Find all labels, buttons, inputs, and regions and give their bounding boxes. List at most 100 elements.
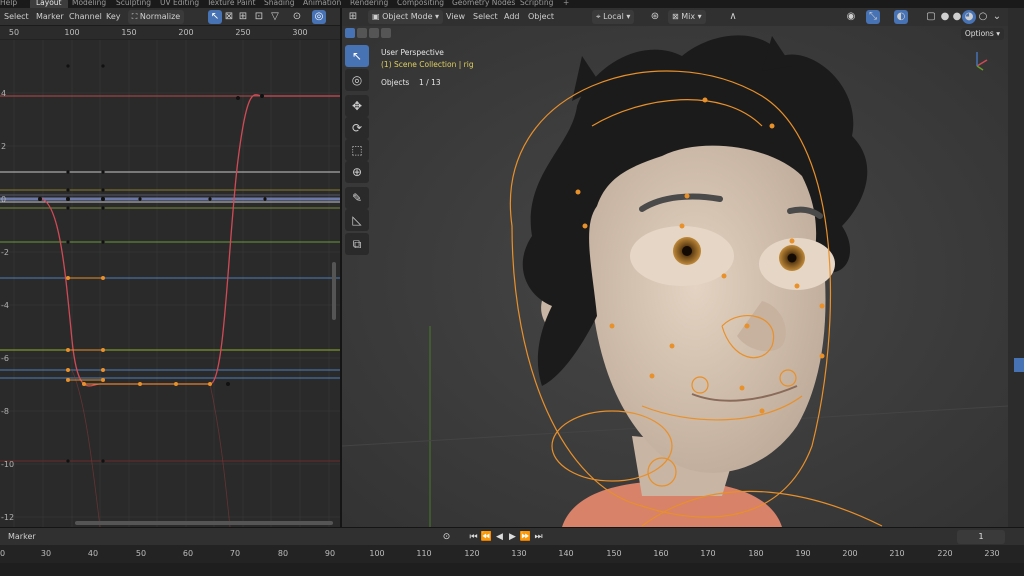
menu-key[interactable]: Key [106,12,121,21]
menu-select[interactable]: Select [473,12,498,21]
scale-icon[interactable]: ⬚ [345,139,369,161]
gizmo-icon[interactable]: ⤡ [866,10,880,24]
y-axis-label: -12 [1,513,15,522]
shading-options-icon[interactable]: ⌄ [990,10,1004,24]
mode-label: Object Mode [382,12,433,21]
proportional-icon[interactable]: ⊞ [236,10,250,24]
y-axis-label: -6 [1,354,9,363]
transform-icon[interactable]: ⊕ [345,161,369,183]
play-icon[interactable]: ▶ [506,530,519,544]
record-icon[interactable]: ⊙ [440,530,453,544]
timeline-track[interactable] [0,563,1024,576]
graph-editor-frame-ruler[interactable]: 50 100 150 200 250 300 [0,26,340,40]
menu-object[interactable]: Object [528,12,554,21]
select-invert-icon[interactable] [381,28,391,38]
tab-modeling[interactable]: Modeling [72,0,106,8]
jump-start-icon[interactable]: ⏮ [467,530,480,544]
menu-view[interactable]: View [446,12,465,21]
objects-stat-label: Objects [381,78,410,87]
fcurve-graph[interactable] [0,40,340,527]
graph-editor-header: Select Marker Channel Key ⛶ Normalize ↖ … [0,8,340,26]
mode-icon: ▣ [372,12,383,21]
annotate-icon[interactable]: ✎ [345,187,369,209]
sidebar-tab-indicator[interactable] [1014,358,1024,372]
select-extend-icon[interactable] [357,28,367,38]
tab-compositing[interactable]: Compositing [397,0,444,8]
overlays-icon[interactable]: ◐ [894,10,908,24]
rotate-icon[interactable]: ⟳ [345,117,369,139]
prev-keyframe-icon[interactable]: ⏪ [480,530,493,544]
scene-collection-label: (1) Scene Collection | rig [381,60,474,69]
measure-icon[interactable]: ◺ [345,209,369,231]
menu-select[interactable]: Select [4,12,29,21]
snap-icon[interactable]: ⊠ [222,10,236,24]
select-subtract-icon[interactable] [369,28,379,38]
graph-editor-canvas[interactable]: 4 2 0 -2 -4 -6 -8 -10 -12 [0,40,340,527]
workspace-tab-bar: Help Layout Modeling Sculpting UV Editin… [0,0,1024,8]
ruler-tick: 40 [87,549,99,558]
jump-end-icon[interactable]: ⏭ [532,530,545,544]
filter-icon[interactable]: ⊡ [252,10,266,24]
ruler-tick: 170 [700,549,716,558]
proportional-editing-icon[interactable]: ∧ [726,10,740,24]
object-mode-dropdown[interactable]: ▣ Object Mode ▾ [368,10,444,24]
menu-marker[interactable]: Marker [8,532,36,541]
select-new-icon[interactable] [345,28,355,38]
ruler-tick: 150 [121,28,137,37]
cursor-icon[interactable]: ◎ [345,69,369,91]
tab-uv-editing[interactable]: UV Editing [160,0,199,8]
tab-texture-paint[interactable]: Texture Paint [207,0,255,8]
menu-channel[interactable]: Channel [69,12,102,21]
add-cube-icon[interactable]: ⧉ [345,233,369,255]
pivot-icon[interactable]: ⊛ [648,10,662,24]
select-box-icon[interactable]: ↖ [345,45,369,67]
play-reverse-icon[interactable]: ◀ [493,530,506,544]
current-frame-field[interactable]: 1 [957,530,1005,544]
tab-scripting[interactable]: Scripting [520,0,553,8]
ruler-tick: 50 [135,549,147,558]
ruler-tick: 90 [324,549,336,558]
menu-add[interactable]: Add [504,12,520,21]
editor-type-icon[interactable]: ⊞ [346,10,360,24]
tab-sculpting[interactable]: Sculpting [116,0,151,8]
tab-animation[interactable]: Animation [303,0,341,8]
tab-layout[interactable]: Layout [30,0,68,8]
y-axis-label: 4 [1,89,7,98]
menu-marker[interactable]: Marker [36,12,64,21]
snap-icon: ⊠ [672,12,682,21]
orientation-label: Local [603,12,624,21]
menu-help[interactable]: Help [0,0,17,8]
ruler-tick: 80 [277,549,289,558]
orientation-icon: ⌖ [596,12,604,21]
timeline-ruler[interactable]: 20 30 40 50 60 70 80 90 100 110 120 130 … [0,545,1024,576]
ruler-tick: 130 [511,549,527,558]
move-icon[interactable]: ✥ [345,95,369,117]
funnel-icon[interactable]: ▽ [268,10,282,24]
normalize-toggle[interactable]: ⛶ Normalize [128,10,184,24]
tab-geometry-nodes[interactable]: Geometry Nodes [452,0,515,8]
snap-dropdown[interactable]: ⊠ Mix ▾ [668,10,706,24]
visibility-icon[interactable]: ◉ [844,10,858,24]
cursor-icon[interactable]: ↖ [208,10,222,24]
options-dropdown[interactable]: Options ▾ [960,28,1004,40]
view-perspective-label: User Perspective [381,48,444,57]
ruler-tick: 70 [229,549,241,558]
add-workspace-button[interactable]: + [563,0,569,8]
scene-render [342,26,1008,527]
ruler-tick: 250 [235,28,251,37]
material-shading-icon[interactable]: ◕ [962,10,976,24]
y-axis-label: 0 [1,195,7,204]
rendered-shading-icon[interactable]: ○ [976,10,990,24]
tab-rendering[interactable]: Rendering [350,0,388,8]
sidebar-strip[interactable] [1008,8,1024,527]
next-keyframe-icon[interactable]: ⏩ [519,530,532,544]
pivot-icon[interactable]: ⊙ [290,10,304,24]
ruler-tick: 210 [889,549,905,558]
3d-viewport[interactable]: User Perspective (1) Scene Collection | … [342,26,1008,527]
tab-shading[interactable]: Shading [264,0,294,8]
transform-orientation-dropdown[interactable]: ⌖ Local ▾ [592,10,635,24]
ruler-tick: 110 [416,549,432,558]
normalize-icon: ⛶ [131,12,140,21]
xray-icon[interactable]: ▢ [924,10,938,24]
overlay-icon[interactable]: ◎ [312,10,326,24]
